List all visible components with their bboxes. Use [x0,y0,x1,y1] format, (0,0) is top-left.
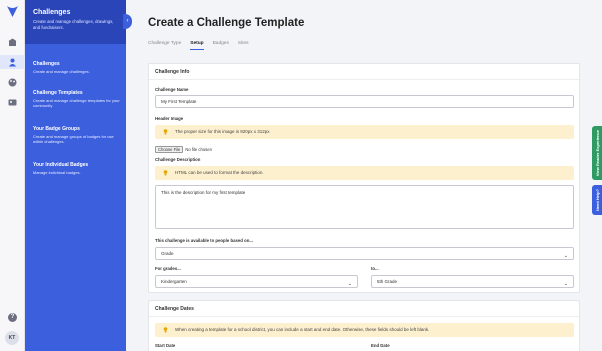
chevron-down-icon: ⌄ [563,281,568,287]
grade-to-select[interactable]: 5th Grade ⌄ [371,275,574,288]
end-date-label: End Date [371,343,390,348]
note-text: When creating a template for a school di… [175,327,430,332]
file-status: No file chosen [185,147,212,152]
grades-to-label: to... [371,266,379,271]
grade-from-select[interactable]: Kindergarten ⌄ [155,275,358,288]
tab-badges[interactable]: Badges [213,41,229,50]
avatar[interactable]: KT [5,331,19,345]
nav-item-title: Challenge Templates [33,90,83,96]
tab-label: View Reader Experience [594,129,600,177]
chevron-down-icon: ⌄ [347,281,352,287]
logo-icon[interactable] [6,5,19,18]
icon-rail: ? KT [0,0,25,351]
file-picker: Choose File No file chosen [155,146,212,153]
tab-label: Need Help? [594,188,600,211]
card-heading: Challenge Dates [149,301,579,317]
palette-icon[interactable] [7,77,18,88]
tab-challenge-type[interactable]: Challenge Type [148,41,181,50]
nav-item-title: Your Badge Groups [33,126,80,132]
challenge-name-label: Challenge Name [155,87,189,92]
start-date-label: Start Date [155,343,176,348]
nav-item-title: Your Individual Badges [33,162,89,168]
dates-note: When creating a template for a school di… [155,323,574,337]
lightbulb-icon [163,170,168,176]
description-textarea[interactable]: This is the description for my first tem… [155,185,574,229]
view-reader-experience-tab[interactable]: View Reader Experience [592,126,602,180]
tab-sites[interactable]: Sites [238,41,249,50]
grades-label: For grades... [155,266,181,271]
description-label: Challenge Description [155,157,201,162]
help-icon[interactable]: ? [8,313,17,322]
header-image-note: The proper size for this image is 920px … [155,125,574,139]
header-image-label: Header Image [155,116,184,121]
description-note: HTML can be used to format the descripti… [155,166,574,180]
nav-item-individual-badges[interactable]: Your Individual Badges Manage individual… [33,162,123,175]
select-value: 5th Grade [377,279,398,284]
card-heading: Challenge Info [149,64,579,80]
tab-setup[interactable]: Setup [190,41,204,50]
nav-item-desc: Create and manage groups of badges for u… [33,134,114,145]
need-help-tab[interactable]: Need Help? [592,185,602,215]
nav-header: Challenges Create and manage challenges,… [25,0,126,44]
select-value: Kindergarten [161,279,187,284]
page-title: Create a Challenge Template [148,17,305,29]
nav-subtitle: Create and manage challenges, drawings, … [33,19,114,30]
nav-item-badge-groups[interactable]: Your Badge Groups Create and manage grou… [33,126,123,145]
select-value: Grade [161,251,174,256]
challenge-name-input[interactable]: My First Template [155,95,574,108]
availability-select[interactable]: Grade ⌄ [155,247,574,260]
nav-item-title: Challenges [33,61,60,67]
choose-file-button[interactable]: Choose File [155,146,184,153]
image-icon[interactable] [7,97,18,108]
nav-item-challenges[interactable]: Challenges Create and manage challenges. [33,61,123,74]
person-icon[interactable] [0,55,25,69]
challenge-dates-card: Challenge Dates When creating a template… [148,300,580,351]
lightbulb-icon [163,327,168,333]
nav-item-desc: Manage individual badges. [33,170,81,175]
nav-title: Challenges [33,9,71,16]
building-icon[interactable] [7,37,18,48]
nav-item-challenge-templates[interactable]: Challenge Templates Create and manage ch… [33,90,123,109]
section-nav: Challenges Create and manage challenges,… [25,0,132,351]
note-text: The proper size for this image is 920px … [175,129,270,134]
challenge-info-card: Challenge Info Challenge Name My First T… [148,63,580,293]
availability-label: This challenge is available to people ba… [155,238,253,243]
nav-item-desc: Create and manage challenge templates fo… [33,98,120,109]
note-text: HTML can be used to format the descripti… [175,170,264,175]
main-content: Create a Challenge Template Challenge Ty… [126,0,602,351]
chevron-down-icon: ⌄ [563,253,568,259]
tab-bar: Challenge Type Setup Badges Sites [148,41,249,50]
lightbulb-icon [163,129,168,135]
nav-item-desc: Create and manage challenges. [33,69,90,74]
